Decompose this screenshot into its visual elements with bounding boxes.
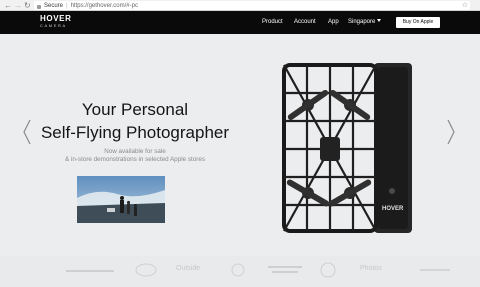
site-header: HOVER CAMERA Product Account App Singapo…	[0, 11, 480, 34]
headline-line-1: Your Personal	[81, 100, 189, 119]
subtext-line-2: & in-store demonstrations in selected Ap…	[64, 156, 205, 163]
hero-headline: Your Personal Self-Flying Photographer	[20, 98, 250, 144]
svg-text:HOVER: HOVER	[382, 206, 404, 212]
forward-arrow-icon[interactable]: →	[14, 1, 22, 10]
next-slide-icon[interactable]	[446, 119, 456, 145]
nav-app[interactable]: App	[328, 18, 339, 27]
hover-camera-logo[interactable]: HOVER CAMERA	[40, 14, 72, 29]
back-arrow-icon[interactable]: ←	[4, 1, 12, 10]
partner-logo-4	[231, 263, 245, 277]
hero-subtext: Now available for sale & in-store demons…	[20, 148, 250, 164]
logo-main-text: HOVER	[40, 14, 72, 23]
logo-sub-text: CAMERA	[40, 23, 67, 28]
buy-on-apple-button[interactable]: Buy On Apple	[396, 17, 440, 28]
region-label: Singapore	[348, 19, 376, 25]
partner-logo-outside: Outside	[176, 265, 201, 272]
region-selector[interactable]: Singapore	[348, 18, 382, 27]
caret-down-icon	[377, 19, 382, 22]
browser-toolbar: ← → ↻ Secure | https://gethover.com/#-pc…	[0, 0, 480, 11]
reload-icon[interactable]: ↻	[24, 1, 31, 10]
partner-logo-1	[66, 270, 114, 272]
partner-logo-photos: Photos	[360, 265, 382, 272]
partner-logo-6	[320, 262, 336, 278]
url-text[interactable]: https://gethover.com/#-pc	[71, 3, 138, 9]
partner-logo-2	[135, 263, 157, 277]
nav-account[interactable]: Account	[294, 18, 316, 27]
partner-logo-5	[268, 266, 302, 273]
hero-photo-thumbnail	[77, 176, 165, 223]
bookmark-star-icon[interactable]: ☆	[462, 1, 468, 10]
lock-icon	[37, 4, 41, 9]
partner-logo-8	[420, 269, 450, 271]
subtext-line-1: Now available for sale	[104, 148, 166, 155]
nav-product[interactable]: Product	[262, 18, 283, 27]
hover-camera-drone-image: HOVER	[282, 63, 412, 233]
secure-label: Secure	[44, 2, 64, 9]
url-separator: |	[66, 2, 68, 9]
address-bar[interactable]: Secure | https://gethover.com/#-pc ☆	[34, 1, 470, 10]
headline-line-2: Self-Flying Photographer	[40, 123, 230, 142]
